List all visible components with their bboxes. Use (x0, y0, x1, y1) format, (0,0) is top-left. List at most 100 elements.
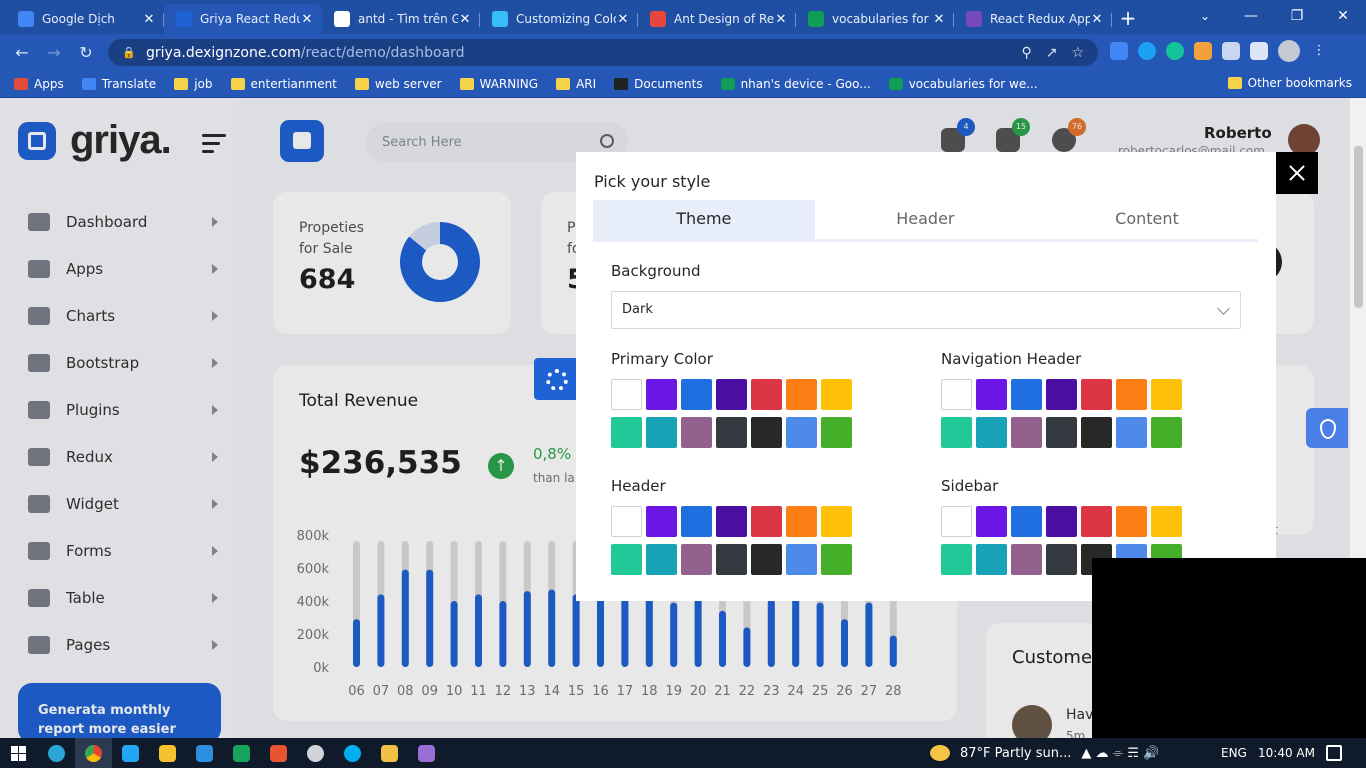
navheader-swatch[interactable] (976, 417, 1007, 448)
browser-tab[interactable]: Google Dịch ✕ (6, 4, 164, 34)
forward-icon[interactable]: → (38, 43, 70, 62)
primary-swatch[interactable] (751, 379, 782, 410)
primary-swatch[interactable] (646, 379, 677, 410)
clock[interactable]: 10:40 AM (1258, 746, 1315, 760)
notification-center-icon[interactable] (1326, 745, 1342, 761)
browser-tab[interactable]: antd - Tìm trên G ✕ (322, 4, 480, 34)
primary-swatch[interactable] (751, 417, 782, 448)
sidebar-swatch[interactable] (1081, 506, 1112, 537)
mail-app-icon[interactable] (186, 738, 223, 768)
primary-swatch[interactable] (611, 379, 642, 410)
sidebar-swatch[interactable] (941, 506, 972, 537)
restore-icon[interactable]: ❐ (1274, 0, 1320, 34)
modal-close-button[interactable] (1276, 152, 1318, 194)
browser-tab[interactable]: Customizing Colo ✕ (480, 4, 638, 34)
tab-close-icon[interactable]: ✕ (458, 12, 472, 27)
header-swatch[interactable] (646, 506, 677, 537)
tab-search-icon[interactable]: ⌄ (1192, 0, 1218, 32)
tray-icons[interactable]: ▲ ☁ ⌯ ☴ 🔊 (1081, 746, 1159, 761)
bookmark-doc[interactable]: Documents (614, 77, 703, 91)
translate-ext-icon[interactable] (1110, 42, 1128, 60)
tab-close-icon[interactable]: ✕ (932, 12, 946, 27)
reload-icon[interactable]: ↻ (70, 43, 102, 62)
navheader-swatch[interactable] (1011, 417, 1042, 448)
bookmark-folder[interactable]: web server (354, 77, 442, 91)
vscode-app-icon[interactable] (112, 738, 149, 768)
sidebar-swatch[interactable] (1151, 506, 1182, 537)
header-swatch[interactable] (821, 544, 852, 575)
file-explorer-app-icon[interactable] (371, 738, 408, 768)
language-indicator[interactable]: ENG (1221, 746, 1247, 760)
settings-app-icon[interactable] (297, 738, 334, 768)
header-swatch[interactable] (751, 506, 782, 537)
edge-app-icon[interactable] (38, 738, 75, 768)
bookmark-translate[interactable]: Translate (81, 77, 156, 91)
close-window-icon[interactable]: ✕ (1320, 0, 1366, 34)
navheader-swatch[interactable] (976, 379, 1007, 410)
tab-close-icon[interactable]: ✕ (616, 12, 630, 27)
bookmark-folder[interactable]: ARI (556, 77, 596, 91)
minimize-icon[interactable]: — (1228, 0, 1274, 34)
primary-swatch[interactable] (681, 379, 712, 410)
profile-avatar[interactable] (1278, 40, 1300, 62)
browser-tab[interactable]: React Redux App ✕ (954, 4, 1112, 34)
primary-swatch[interactable] (786, 379, 817, 410)
header-swatch[interactable] (751, 544, 782, 575)
sidebar-swatch[interactable] (1046, 544, 1077, 575)
sidebar-swatch[interactable] (1011, 544, 1042, 575)
weather-icon[interactable] (930, 745, 950, 761)
navheader-swatch[interactable] (1011, 379, 1042, 410)
header-swatch[interactable] (786, 506, 817, 537)
header-swatch[interactable] (716, 506, 747, 537)
navheader-swatch[interactable] (941, 417, 972, 448)
header-swatch[interactable] (786, 544, 817, 575)
bookmark-sheet[interactable]: vocabularies for we... (888, 77, 1038, 91)
header-swatch[interactable] (716, 544, 747, 575)
weather-text[interactable]: 87°F Partly sun... (960, 746, 1071, 761)
primary-swatch[interactable] (716, 417, 747, 448)
navheader-swatch[interactable] (1151, 379, 1182, 410)
tab-content[interactable]: Content (1036, 200, 1258, 239)
header-swatch[interactable] (681, 544, 712, 575)
bookmark-folder[interactable]: entertianment (230, 77, 337, 91)
share-icon[interactable]: ↗ (1046, 45, 1058, 61)
header-swatch[interactable] (821, 506, 852, 537)
sidepanel-icon[interactable] (1250, 42, 1268, 60)
tab-close-icon[interactable]: ✕ (774, 12, 788, 27)
navheader-swatch[interactable] (1081, 379, 1112, 410)
bookmark-folder[interactable]: WARNING (459, 77, 538, 91)
navheader-swatch[interactable] (1046, 417, 1077, 448)
bookmark-apps[interactable]: Apps (14, 77, 64, 91)
sidebar-swatch[interactable] (941, 544, 972, 575)
primary-swatch[interactable] (681, 417, 712, 448)
puzzle-ext-icon[interactable] (1222, 42, 1240, 60)
tab-close-icon[interactable]: ✕ (1090, 12, 1104, 27)
skype-app-icon[interactable] (334, 738, 371, 768)
office-app-icon[interactable] (260, 738, 297, 768)
header-swatch[interactable] (611, 544, 642, 575)
bookmark-folder[interactable]: job (174, 77, 213, 91)
navheader-swatch[interactable] (1046, 379, 1077, 410)
navheader-swatch[interactable] (1151, 417, 1182, 448)
tab-theme[interactable]: Theme (593, 200, 815, 239)
browser-tab[interactable]: Ant Design of Re ✕ (638, 4, 796, 34)
key-icon[interactable]: ⚲ (1021, 45, 1031, 61)
chrome-app-icon[interactable] (75, 738, 112, 768)
background-select[interactable]: Dark (611, 291, 1241, 329)
store-app-icon[interactable] (149, 738, 186, 768)
tab-header[interactable]: Header (815, 200, 1037, 239)
new-tab-icon[interactable]: + (1112, 4, 1144, 34)
header-swatch[interactable] (646, 544, 677, 575)
sidebar-swatch[interactable] (976, 544, 1007, 575)
back-icon[interactable]: ← (6, 43, 38, 62)
primary-swatch[interactable] (821, 417, 852, 448)
bookmark-sheet[interactable]: nhan's device - Goo... (720, 77, 871, 91)
droplet-icon[interactable] (1306, 408, 1348, 448)
browser-tab[interactable]: Griya React Redu ✕ (164, 4, 322, 34)
sidebar-swatch[interactable] (1011, 506, 1042, 537)
sidebar-swatch[interactable] (976, 506, 1007, 537)
primary-swatch[interactable] (611, 417, 642, 448)
tab-close-icon[interactable]: ✕ (300, 12, 314, 27)
other-bookmarks[interactable]: Other bookmarks (1227, 76, 1352, 90)
address-bar[interactable]: 🔒 griya.dexignzone.com/react/demo/dashbo… (108, 39, 1098, 66)
